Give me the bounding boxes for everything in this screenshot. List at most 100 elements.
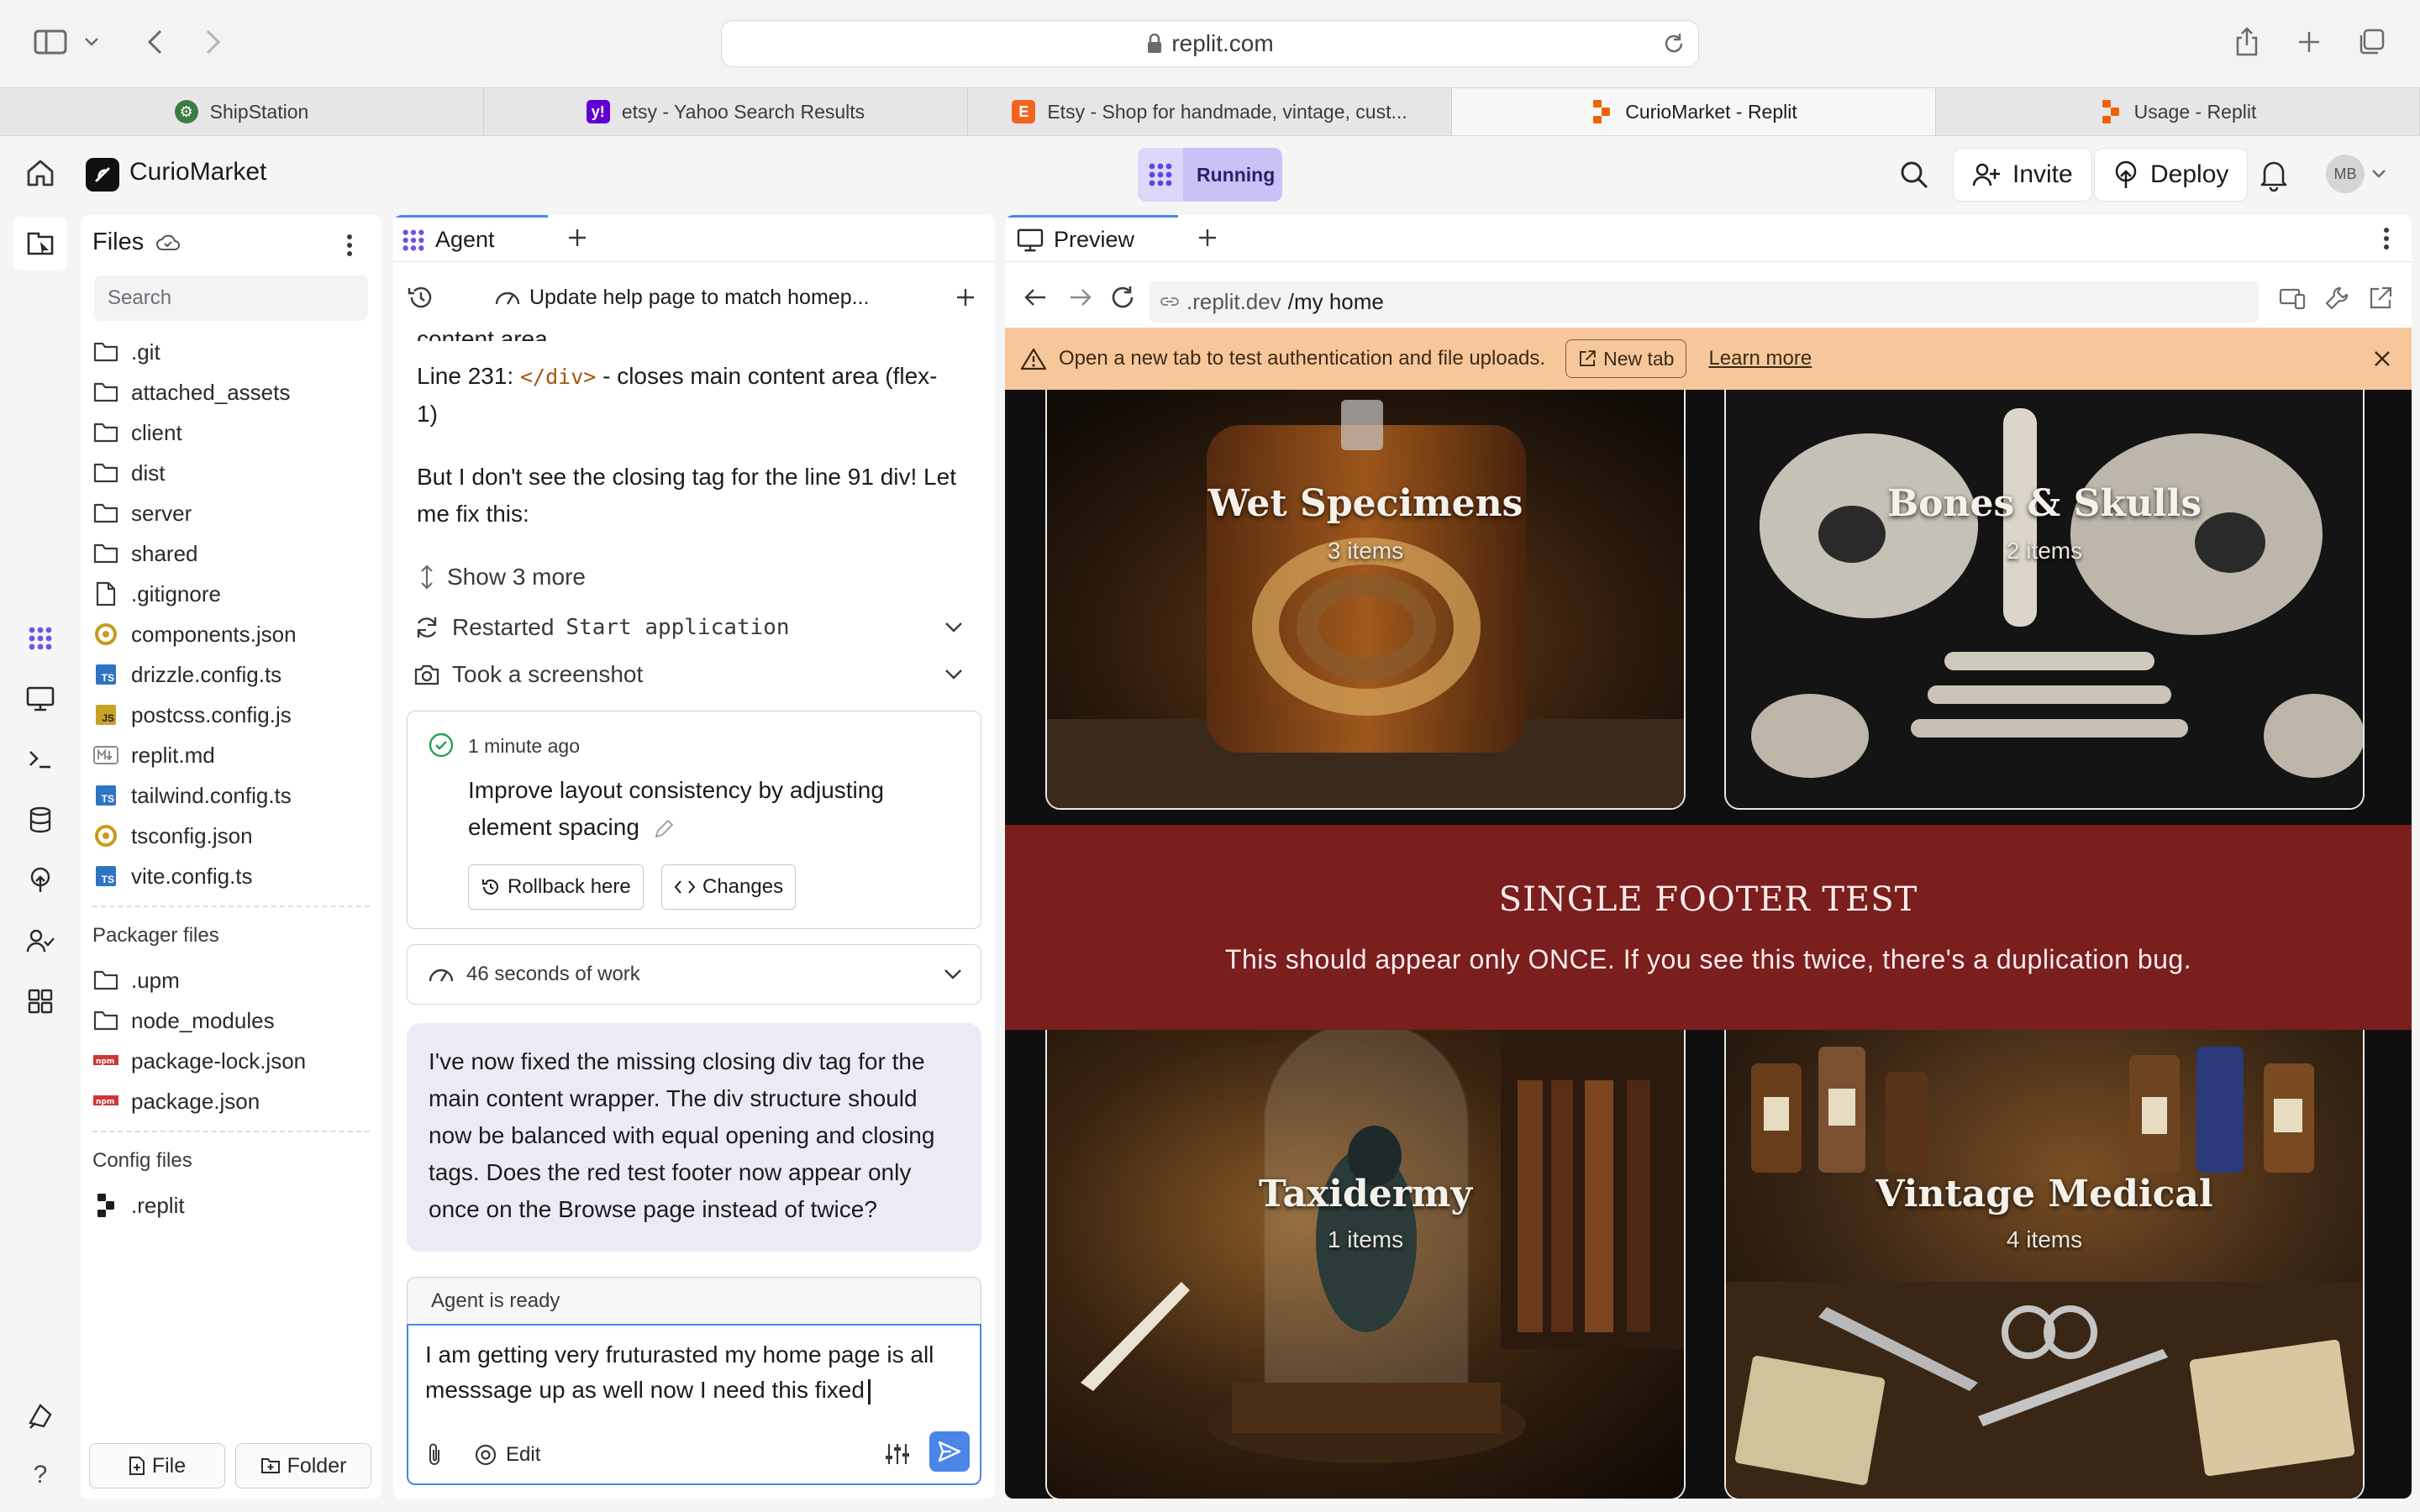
file-row[interactable]: .replit <box>92 1186 185 1225</box>
folder-row[interactable]: node_modules <box>92 1001 275 1040</box>
send-button[interactable] <box>929 1431 970 1472</box>
folder-row[interactable]: shared <box>92 534 198 573</box>
folder-icon <box>92 967 119 994</box>
browser-tab-shipstation[interactable]: ⚙ ShipStation <box>0 88 484 135</box>
database-tool-icon[interactable] <box>22 801 59 838</box>
help-flag-icon[interactable] <box>22 1398 59 1435</box>
invite-button[interactable]: Invite <box>1953 148 2092 202</box>
file-row[interactable]: components.json <box>92 615 297 654</box>
search-icon[interactable] <box>1897 158 1931 196</box>
history-icon[interactable] <box>407 285 434 310</box>
agent-tool-icon[interactable] <box>22 620 59 657</box>
edit-mode-button[interactable]: Edit <box>474 1443 540 1467</box>
preview-forward-icon[interactable] <box>1069 287 1092 312</box>
add-tab-icon[interactable] <box>1197 227 1218 253</box>
preview-more-icon[interactable] <box>2383 227 2390 255</box>
bell-icon[interactable] <box>2259 158 2289 196</box>
category-card-vintage-medical[interactable]: Vintage Medical 4 items <box>1724 1030 2365 1499</box>
file-row[interactable]: npm package.json <box>92 1082 260 1121</box>
reload-icon[interactable] <box>1661 31 1686 56</box>
show-more-button[interactable]: Show 3 more <box>413 556 975 598</box>
preview-back-icon[interactable] <box>1023 287 1047 312</box>
avatar[interactable]: MB <box>2326 155 2365 193</box>
preview-reload-icon[interactable] <box>1109 284 1136 315</box>
folder-row[interactable]: client <box>92 413 182 452</box>
expand-vertical-icon <box>421 564 433 590</box>
yahoo-icon: y! <box>586 100 610 123</box>
new-file-button[interactable]: File <box>89 1443 225 1488</box>
browser-tab-yahoo[interactable]: y! etsy - Yahoo Search Results <box>484 88 968 135</box>
browser-tab-curiomarket[interactable]: CurioMarket - Replit <box>1452 88 1936 135</box>
tab-preview[interactable]: Preview <box>1005 215 1178 262</box>
learn-more-link[interactable]: Learn more <box>1708 347 1812 370</box>
folder-row[interactable]: .git <box>92 333 160 371</box>
wrench-icon[interactable] <box>2324 286 2349 315</box>
check-circle-icon <box>429 732 454 758</box>
deployments-tool-icon[interactable] <box>22 862 59 899</box>
file-row[interactable]: tsconfig.json <box>92 816 253 855</box>
category-card-wet-specimens[interactable]: Wet Specimens 3 items <box>1045 390 1686 810</box>
folder-row[interactable]: dist <box>92 454 165 492</box>
category-card-bones-skulls[interactable]: Bones & Skulls 2 items <box>1724 390 2365 810</box>
all-tools-icon[interactable] <box>22 983 59 1020</box>
agent-message-input[interactable]: I am getting very fruturasted my home pa… <box>407 1324 981 1485</box>
folder-row[interactable]: .upm <box>92 961 180 1000</box>
file-row[interactable]: TS tailwind.config.ts <box>92 776 292 815</box>
tab-overview-icon[interactable] <box>2351 22 2391 62</box>
pencil-icon[interactable] <box>653 818 675 840</box>
sidebar-toggle-icon[interactable] <box>30 22 71 62</box>
close-icon[interactable] <box>2373 349 2391 368</box>
file-row[interactable]: TS drizzle.config.ts <box>92 655 281 694</box>
shell-tool-icon[interactable] <box>22 741 59 778</box>
share-icon[interactable] <box>2227 22 2267 62</box>
open-new-tab-button[interactable]: New tab <box>1565 339 1687 378</box>
help-icon[interactable]: ? <box>22 1457 59 1494</box>
open-external-icon[interactable] <box>2368 286 2393 315</box>
agent-thread-title[interactable]: Update help page to match homep... <box>529 286 869 310</box>
address-bar[interactable]: replit.com <box>721 20 1699 67</box>
browser-tab-usage[interactable]: Usage - Replit <box>1936 88 2420 135</box>
chevron-down-icon[interactable] <box>2371 168 2386 183</box>
new-chat-icon[interactable] <box>955 286 976 308</box>
line-description: - closes main content area (flex- <box>602 363 938 389</box>
folder-row[interactable]: server <box>92 494 192 533</box>
forward-icon[interactable] <box>193 22 234 62</box>
changes-button[interactable]: Changes <box>661 864 797 910</box>
run-status-label: Running <box>1197 163 1276 186</box>
devices-icon[interactable] <box>2279 287 2306 315</box>
browser-tab-etsy[interactable]: E Etsy - Shop for handmade, vintage, cus… <box>968 88 1452 135</box>
files-more-icon[interactable] <box>346 234 353 261</box>
file-row[interactable]: JS postcss.config.js <box>92 696 292 734</box>
preview-tool-icon[interactable] <box>22 680 59 717</box>
tab-agent[interactable]: Agent <box>393 215 548 262</box>
footer-test-text: This should appear only ONCE. If you see… <box>1224 944 2192 974</box>
restarted-action-row[interactable]: Restarted Start application <box>413 606 975 648</box>
files-tool-icon[interactable] <box>13 217 67 270</box>
folder-row[interactable]: attached_assets <box>92 373 290 412</box>
deploy-icon <box>2115 160 2137 188</box>
chevron-down-icon[interactable] <box>77 22 106 62</box>
back-icon[interactable] <box>134 22 175 62</box>
home-icon[interactable] <box>24 156 57 194</box>
deploy-button[interactable]: Deploy <box>2094 148 2249 202</box>
composer-text[interactable]: I am getting very fruturasted my home pa… <box>425 1337 963 1408</box>
add-tab-icon[interactable] <box>566 227 588 253</box>
paperclip-icon[interactable] <box>425 1441 444 1467</box>
preview-url-input[interactable]: .replit.dev/my home <box>1150 281 2259 323</box>
file-row[interactable]: npm package-lock.json <box>92 1042 306 1080</box>
run-status-button[interactable]: Running <box>1138 148 1282 202</box>
rollback-button[interactable]: Rollback here <box>468 864 644 910</box>
new-folder-button[interactable]: Folder <box>235 1443 371 1488</box>
file-row[interactable]: .gitignore <box>92 575 221 613</box>
new-tab-icon[interactable] <box>2289 22 2329 62</box>
screenshot-action-row[interactable]: Took a screenshot <box>413 654 975 696</box>
category-title: Wet Specimens <box>1207 482 1523 525</box>
file-row[interactable]: TS vite.config.ts <box>92 857 253 895</box>
category-card-taxidermy[interactable]: Taxidermy 1 items <box>1045 1030 1686 1499</box>
file-row[interactable]: replit.md <box>92 736 215 774</box>
project-name[interactable]: CurioMarket <box>129 158 266 186</box>
files-search-input[interactable]: Search <box>94 276 368 321</box>
work-duration-row[interactable]: 46 seconds of work <box>407 944 981 1005</box>
user-settings-tool-icon[interactable] <box>22 922 59 959</box>
sliders-icon[interactable] <box>884 1441 911 1467</box>
